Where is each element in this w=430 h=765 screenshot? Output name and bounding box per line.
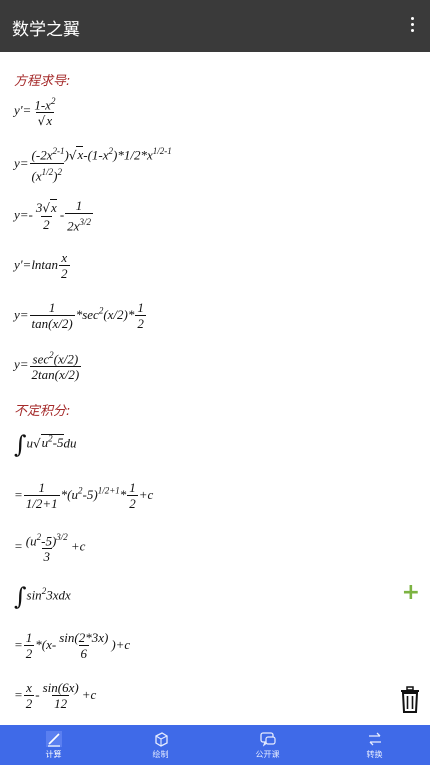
section-heading-integral: 不定积分: (14, 404, 71, 419)
formula-line: ∫sin23xdx (14, 582, 71, 611)
formula-line: = 1 1/2+1 *(u2-5)1/2+1* 1 2 +c (14, 480, 154, 511)
add-button[interactable]: + (402, 580, 420, 605)
more-options-icon[interactable] (406, 14, 418, 38)
cube-icon (154, 732, 168, 747)
formula-line: y= sec2(x/2) 2tan(x/2) (14, 350, 82, 383)
formula-line: y'=lntan x 2 (14, 250, 70, 281)
formula-list[interactable]: 方程求导: y'= 1-x2 √x y= (-2x2-1)√x-(1-x2)*1/2*… (0, 52, 430, 725)
chat-icon (259, 732, 276, 747)
tab-open-course[interactable]: 公开课 (214, 725, 321, 765)
formula-line: ∫u√u2-5du (14, 430, 77, 459)
tab-draw[interactable]: 绘制 (107, 725, 214, 765)
app-bar: 数学之翼 (0, 0, 430, 52)
formula-line: y= (-2x2-1)√x-(1-x2)*1/2*x1/2-1 (x1/2)2 (14, 146, 172, 184)
formula-line: y= 1 tan(x/2) *sec2(x/2)* 1 2 (14, 300, 146, 331)
pencil-icon (45, 731, 62, 747)
bottom-navigation: 计算 绘制 公开课 转换 (0, 725, 430, 765)
formula-line: = (u2-5)3/2 3 +c (14, 532, 86, 565)
formula-line: y'= 1-x2 √x (14, 96, 56, 129)
tab-convert[interactable]: 转换 (321, 725, 428, 765)
formula-line: = 1 2 *(x-sin(2*3x) 6)+c (14, 630, 131, 661)
app-title: 数学之翼 (12, 20, 80, 40)
trash-icon[interactable] (398, 686, 422, 714)
formula-line: = x 2- sin(6x) 12 +c (14, 680, 97, 711)
section-heading-derivative: 方程求导: (14, 74, 71, 89)
formula-line: y=- 3√x 2-1 2x3/2 (14, 198, 93, 234)
swap-arrows-icon (368, 732, 381, 746)
tab-calculate[interactable]: 计算 (0, 725, 107, 765)
